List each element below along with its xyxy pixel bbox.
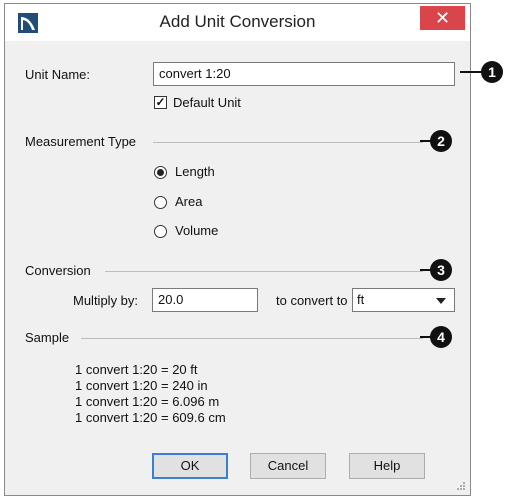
unit-name-label: Unit Name:: [25, 67, 91, 82]
sample-line: 1 convert 1:20 = 20 ft: [75, 362, 198, 377]
cancel-button[interactable]: Cancel: [250, 453, 326, 479]
radio-length-label: Length: [175, 164, 215, 179]
dialog-title: Add Unit Conversion: [159, 12, 316, 31]
sample-line: 1 convert 1:20 = 6.096 m: [75, 394, 220, 409]
callout-badge-3: 3: [430, 259, 452, 281]
radio-area[interactable]: [154, 196, 167, 209]
radio-volume-label: Volume: [175, 223, 219, 238]
default-unit-checkbox[interactable]: ✓: [154, 96, 167, 109]
radio-length[interactable]: [154, 166, 167, 179]
sample-divider: [81, 338, 423, 339]
multiply-by-input[interactable]: 20.0: [152, 288, 258, 312]
sample-line: 1 convert 1:20 = 240 in: [75, 378, 208, 393]
multiply-by-label: Multiply by:: [73, 293, 139, 308]
radio-area-label: Area: [175, 194, 203, 209]
callout-badge-1: 1: [481, 61, 503, 83]
title-bar[interactable]: Add Unit Conversion ✕: [5, 4, 470, 41]
conversion-heading: Conversion: [25, 263, 91, 278]
resize-grip-icon[interactable]: [456, 481, 466, 491]
callout-badge-4: 4: [430, 326, 452, 348]
default-unit-label: Default Unit: [173, 95, 241, 110]
unit-name-input[interactable]: convert 1:20: [153, 62, 455, 86]
measurement-type-divider: [153, 142, 423, 143]
radio-volume[interactable]: [154, 225, 167, 238]
close-button[interactable]: ✕: [420, 6, 465, 30]
unit-select-value: ft: [357, 292, 365, 307]
unit-select[interactable]: ft: [352, 288, 455, 312]
add-unit-conversion-dialog: Add Unit Conversion ✕ Unit Name: convert…: [4, 3, 471, 496]
conversion-divider: [105, 271, 423, 272]
sample-line: 1 convert 1:20 = 609.6 cm: [75, 410, 226, 425]
sample-heading: Sample: [25, 330, 70, 345]
measurement-type-heading: Measurement Type: [25, 134, 137, 149]
callout-leader-line: [460, 71, 482, 73]
convert-to-label: to convert to: [276, 293, 348, 308]
chevron-down-icon: [436, 298, 446, 304]
ok-button[interactable]: OK: [152, 453, 228, 479]
callout-badge-2: 2: [430, 130, 452, 152]
help-button[interactable]: Help: [349, 453, 425, 479]
